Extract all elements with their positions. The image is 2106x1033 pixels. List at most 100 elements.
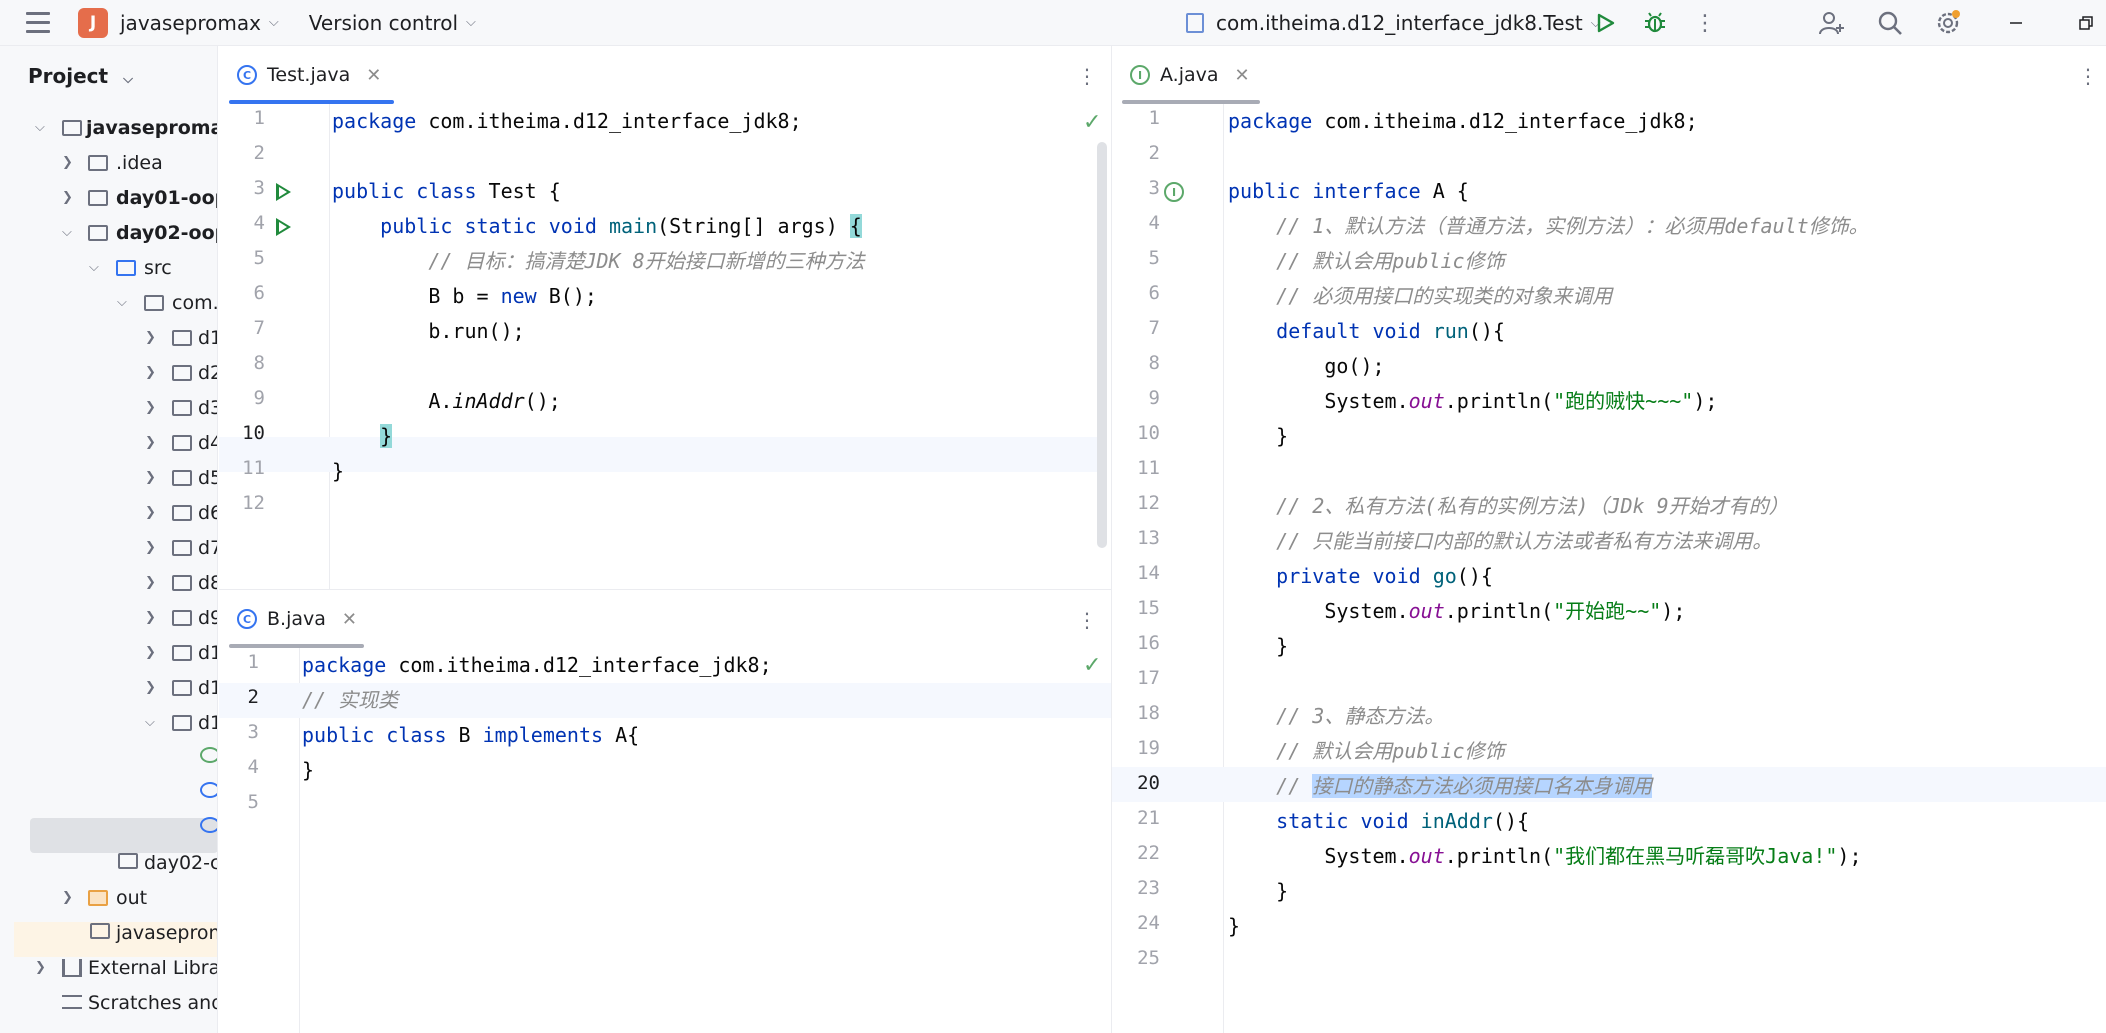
code-line: public class Test { — [332, 174, 561, 209]
settings-icon[interactable] — [1928, 0, 1968, 46]
project-switcher[interactable]: javasepromax ⌵ — [120, 11, 279, 35]
package-icon — [172, 435, 192, 451]
tree-item-com[interactable]: ⌵ com. — [0, 285, 217, 320]
debug-icon[interactable] — [1635, 0, 1675, 46]
keyword: private void — [1228, 564, 1421, 588]
more-icon[interactable]: ⋮ — [2078, 64, 2098, 88]
tree-item-root[interactable]: ⌵ javasepromax — [0, 110, 217, 145]
tree-item-day02[interactable]: ⌵ day02-oop — [0, 215, 217, 250]
tree-item-out[interactable]: ❯ out — [0, 880, 217, 915]
tree-item-day01[interactable]: ❯ day01-oop — [0, 180, 217, 215]
code-token: A{ — [603, 723, 640, 747]
tree-item-label: day02-c — [144, 851, 218, 874]
tree-item-scratches[interactable]: Scratches and — [0, 985, 217, 1020]
line-number: 21 — [1137, 807, 1160, 829]
tree-item-pkg[interactable]: ❯ d2 — [0, 355, 217, 390]
static-field: out — [1408, 599, 1445, 623]
tree-item-pkg[interactable]: ❯ d9 — [0, 600, 217, 635]
file-icon — [118, 853, 138, 869]
keyword: package — [332, 109, 417, 133]
scrollbar-thumb[interactable] — [1097, 142, 1107, 548]
code-token: Test { — [476, 179, 561, 203]
tree-item-pkg[interactable]: ❯ d3 — [0, 390, 217, 425]
close-icon[interactable]: ✕ — [366, 65, 381, 86]
code-comment: // 默认会用public修饰 — [1228, 739, 1505, 763]
code-comment: // 必须用接口的实现类的对象来调用 — [1228, 284, 1613, 308]
package-icon — [172, 470, 192, 486]
more-icon[interactable]: ⋮ — [1077, 608, 1097, 632]
tree-item-label: d1 — [198, 641, 217, 664]
tree-item-pkg[interactable]: ❯ d4 — [0, 425, 217, 460]
package-icon — [172, 400, 192, 416]
search-icon[interactable] — [1870, 0, 1910, 46]
code-line: } — [332, 459, 345, 483]
tree-item-iml[interactable]: day02-c — [0, 845, 218, 880]
tab-a-java[interactable]: I A.java ✕ — [1130, 46, 1250, 104]
minimize-icon[interactable] — [1996, 0, 2036, 46]
package-icon — [172, 330, 192, 346]
restore-icon[interactable] — [2066, 0, 2106, 46]
tree-item-pkg[interactable]: ❯ d6 — [0, 495, 217, 530]
chevron-down-icon: ⌵ — [117, 295, 127, 310]
chevron-right-icon: ❯ — [145, 470, 156, 485]
run-icon[interactable] — [1585, 0, 1625, 46]
line-number: 2 — [253, 142, 265, 164]
run-config-selector[interactable]: com.itheima.d12_interface_jdk8.Test ⌵ — [1186, 0, 1601, 46]
line-number: 24 — [1137, 912, 1160, 934]
code-comment: // 2、私有方法(私有的实例方法)（JDk 9开始才有的） — [1228, 494, 1789, 518]
more-icon[interactable]: ⋮ — [1685, 0, 1725, 46]
line-number: 16 — [1137, 632, 1160, 654]
more-icon[interactable]: ⋮ — [1077, 64, 1097, 88]
code-line: } — [1228, 914, 1241, 938]
code-comment: // — [1228, 774, 1313, 798]
tab-test-java[interactable]: C Test.java ✕ — [237, 46, 381, 104]
keyword: public interface — [1228, 179, 1421, 203]
run-gutter-icon[interactable] — [276, 183, 291, 201]
line-number: 7 — [253, 317, 265, 339]
tree-item-project-iml[interactable]: javaseprom — [0, 915, 217, 950]
tree-item-class-b[interactable] — [0, 775, 217, 810]
implemented-gutter-icon[interactable]: I — [1164, 182, 1184, 202]
class-icon: C — [237, 65, 257, 85]
tree-item-pkg[interactable]: ❯ d5 — [0, 460, 217, 495]
module-folder-icon — [88, 190, 108, 206]
tree-item-label: d6 — [198, 501, 217, 524]
code-token: .println( — [1444, 599, 1554, 623]
tree-item-pkg[interactable]: ❯ d1 — [0, 670, 217, 705]
tree-item-pkg[interactable]: ❯ d1 — [0, 635, 217, 670]
chevron-right-icon: ❯ — [145, 540, 156, 555]
chevron-down-icon: ⌵ — [123, 72, 133, 87]
hamburger-menu-icon[interactable] — [18, 0, 58, 46]
project-badge[interactable]: J — [78, 7, 108, 38]
tree-item-class-test[interactable] — [0, 810, 217, 845]
string-literal: "跑的贼快~~~" — [1553, 389, 1694, 413]
tree-item-src[interactable]: ⌵ src — [0, 250, 217, 285]
line-number: 15 — [1137, 597, 1160, 619]
project-panel: Project ⌵ ⌵ javasepromax ❯ .idea ❯ day01… — [0, 46, 218, 1033]
vcs-menu[interactable]: Version control ⌵ — [309, 11, 476, 35]
tree-item-pkg[interactable]: ❯ d8 — [0, 565, 217, 600]
package-icon — [172, 680, 192, 696]
tree-item-interface-a[interactable] — [0, 740, 217, 775]
code-token: System. — [1228, 599, 1409, 623]
close-icon[interactable]: ✕ — [342, 609, 357, 630]
tree-item-idea[interactable]: ❯ .idea — [0, 145, 217, 180]
close-icon[interactable]: ✕ — [1235, 65, 1250, 86]
tree-item-pkg[interactable]: ❯ d1 — [0, 320, 217, 355]
tree-item-label: d1 — [198, 711, 217, 734]
tab-b-java[interactable]: C B.java ✕ — [237, 590, 357, 648]
run-gutter-icon[interactable] — [276, 218, 291, 236]
chevron-right-icon: ❯ — [35, 960, 46, 975]
tree-item-pkg[interactable]: ❯ d7 — [0, 530, 217, 565]
code-comment: // 目标：搞清楚JDK 8开始接口新增的三种方法 — [332, 249, 865, 273]
gutter-divider — [329, 104, 330, 589]
add-user-icon[interactable] — [1812, 0, 1852, 46]
folder-icon — [88, 155, 108, 171]
keyword: implements — [482, 723, 604, 747]
project-panel-title[interactable]: Project ⌵ — [28, 64, 133, 88]
keyword: public static void — [332, 214, 597, 238]
interface-icon: I — [1130, 65, 1150, 85]
tree-item-pkg[interactable]: ⌵ d1 — [0, 705, 217, 740]
code-line: static void inAddr(){ — [1228, 804, 1529, 839]
tree-item-external-libraries[interactable]: ❯ External Librar — [0, 950, 217, 985]
